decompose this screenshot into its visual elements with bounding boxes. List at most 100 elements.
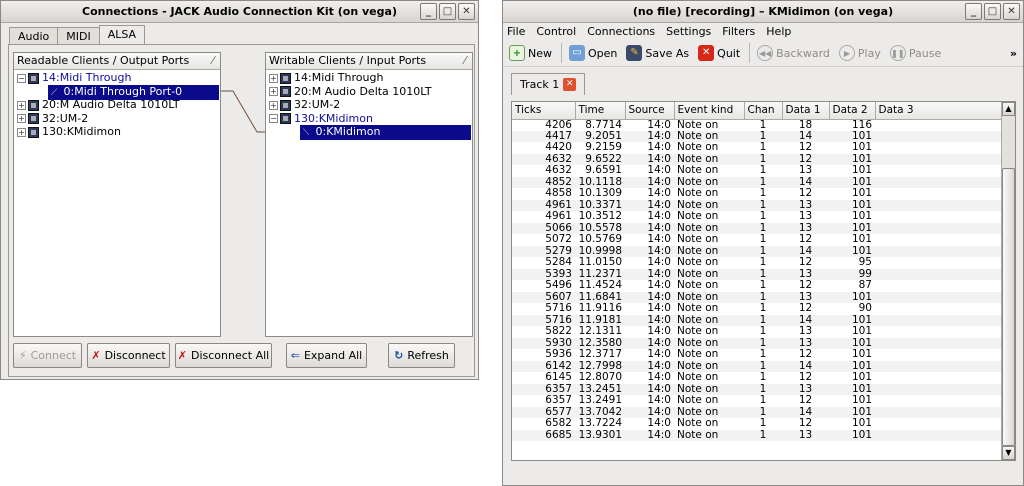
tree-item-readable-client[interactable]: −14:Midi Through — [17, 71, 220, 85]
table-cell: 10.5769 — [578, 233, 622, 246]
close-tab-icon[interactable]: ✕ — [563, 78, 577, 91]
connect-button[interactable]: ⚡ Connect — [13, 343, 82, 368]
tree-item-readable-client[interactable]: +130:KMidimon — [17, 125, 220, 139]
table-cell: 1 — [759, 302, 767, 315]
tree-item-readable-port[interactable]: ⟋ 0:Midi Through Port-0 — [48, 84, 220, 100]
jack-title-bar[interactable]: Connections - JACK Audio Connection Kit … — [1, 1, 478, 23]
save-as-button[interactable]: ✎ Save As — [626, 45, 689, 61]
table-row[interactable]: 6685 13.9301 14:0 Note on 1 13 101 — [512, 429, 1003, 441]
sort-icon: ⁄ — [464, 54, 466, 67]
column-header-ticks[interactable]: Ticks — [512, 102, 576, 120]
table-cell — [875, 188, 1003, 200]
expand-icon[interactable]: + — [269, 100, 278, 110]
table-cell: 13 — [798, 164, 813, 177]
maximize-button[interactable]: □ — [984, 3, 1001, 20]
writable-clients-header[interactable]: Writable Clients / Input Ports ⁄ — [266, 53, 472, 70]
scrollbar-thumb[interactable] — [1002, 168, 1015, 446]
expand-icon[interactable]: + — [17, 114, 26, 123]
tab-track-1[interactable]: Track 1 ✕ — [511, 73, 586, 95]
quit-button[interactable]: ✕ Quit — [698, 45, 740, 61]
table-cell: 5072 — [545, 233, 572, 246]
menu-control[interactable]: Control — [536, 23, 576, 40]
column-header-event-kind[interactable]: Event kind — [674, 102, 745, 120]
readable-clients-header[interactable]: Readable Clients / Output Ports ⁄ — [14, 53, 220, 70]
backward-button[interactable]: ◀◀ Backward — [757, 45, 830, 61]
jack-tabs: Audio MIDI ALSA — [9, 25, 146, 44]
table-cell: 14:0 — [625, 429, 674, 441]
play-button[interactable]: ▶ Play — [838, 45, 881, 61]
menu-file[interactable]: File — [507, 23, 525, 40]
toolbar-overflow-button[interactable]: » — [1010, 47, 1017, 60]
menu-settings[interactable]: Settings — [666, 23, 711, 40]
tree-item-writable-client[interactable]: −130:KMidimon — [269, 112, 472, 126]
close-button[interactable]: ✕ — [1003, 3, 1020, 20]
collapse-icon[interactable]: − — [269, 114, 278, 123]
table-row[interactable]: 5822 12.1311 14:0 Note on 1 13 101 — [512, 326, 1003, 338]
collapse-icon[interactable]: − — [17, 73, 26, 83]
table-row[interactable]: 6145 12.8070 14:0 Note on 1 12 101 — [512, 372, 1003, 384]
table-cell: 101 — [851, 210, 872, 223]
events-table[interactable]: Ticks Time Source Event kind Chan Data 1… — [511, 101, 1016, 461]
table-cell: 95 — [858, 256, 872, 269]
tree-item-readable-client[interactable]: +32:UM-2 — [17, 112, 220, 126]
column-header-data1[interactable]: Data 1 — [782, 102, 830, 120]
writable-clients-panel[interactable]: Writable Clients / Input Ports ⁄ +14:Midi… — [265, 52, 473, 337]
scroll-up-arrow[interactable]: ▲ — [1002, 102, 1015, 116]
column-header-data3[interactable]: Data 3 — [875, 102, 1004, 120]
table-row[interactable]: 4632 9.6591 14:0 Note on 1 13 101 — [512, 165, 1003, 177]
menu-connections[interactable]: Connections — [587, 23, 655, 40]
table-row[interactable]: 6582 13.7224 14:0 Note on 1 12 101 — [512, 418, 1003, 430]
tab-midi[interactable]: MIDI — [57, 27, 100, 44]
table-cell: 14:0 — [647, 348, 671, 361]
minimize-button[interactable]: _ — [420, 3, 437, 20]
minimize-button[interactable]: _ — [965, 3, 982, 20]
menu-filters[interactable]: Filters — [722, 23, 755, 40]
readable-clients-panel[interactable]: Readable Clients / Output Ports ⁄ −14:Mid… — [13, 52, 221, 337]
new-button[interactable]: + New — [509, 45, 552, 61]
table-cell — [875, 211, 1003, 223]
table-cell — [875, 360, 1003, 372]
expand-all-button[interactable]: ⇐ Expand All — [286, 343, 367, 368]
open-button[interactable]: ▭ Open — [569, 45, 617, 61]
expand-icon[interactable]: + — [17, 127, 26, 137]
tree-item-writable-client[interactable]: +14:Midi Through — [269, 71, 472, 85]
expand-icon[interactable]: + — [269, 73, 278, 83]
column-header-source[interactable]: Source — [625, 102, 675, 120]
table-cell: 5822 — [545, 325, 572, 338]
tree-item-writable-client[interactable]: +20:M Audio Delta 1010LT — [269, 85, 472, 99]
tree-item-readable-client[interactable]: +20:M Audio Delta 1010LT — [17, 98, 220, 112]
refresh-button[interactable]: ↻ Refresh — [388, 343, 455, 368]
tab-alsa[interactable]: ALSA — [98, 25, 146, 44]
table-row[interactable]: 6357 13.2491 14:0 Note on 1 12 101 — [512, 395, 1003, 407]
table-cell: 1 — [759, 118, 767, 131]
kmidimon-title-bar[interactable]: (no file) [recording] – KMidimon (on veg… — [503, 1, 1023, 23]
table-row[interactable]: 5716 11.9116 14:0 Note on 1 12 90 — [512, 303, 1003, 315]
table-row[interactable]: 4420 9.2159 14:0 Note on 1 12 101 — [512, 142, 1003, 154]
close-button[interactable]: ✕ — [458, 3, 475, 20]
client-icon — [280, 86, 291, 97]
column-header-chan[interactable]: Chan — [744, 102, 783, 120]
pause-button[interactable]: ❚❚ Pause — [889, 45, 941, 61]
vertical-scrollbar[interactable]: ▲ ▼ — [1001, 102, 1015, 460]
table-row[interactable]: 5496 11.4524 14:0 Note on 1 12 87 — [512, 280, 1003, 292]
tree-item-writable-client[interactable]: +32:UM-2 — [269, 98, 472, 112]
disconnect-button[interactable]: ✗ Disconnect — [87, 343, 170, 368]
table-row[interactable]: 4858 10.1309 14:0 Note on 1 12 101 — [512, 188, 1003, 200]
table-row[interactable]: 5284 11.0150 14:0 Note on 1 12 95 — [512, 257, 1003, 269]
expand-icon[interactable]: + — [269, 87, 278, 96]
expand-icon[interactable]: + — [17, 100, 26, 110]
column-header-data2[interactable]: Data 2 — [829, 102, 876, 120]
tab-audio[interactable]: Audio — [9, 27, 59, 44]
column-header-time[interactable]: Time — [575, 102, 626, 120]
tree-item-writable-port[interactable]: ⟍ 0:KMidimon — [300, 125, 472, 140]
table-row[interactable]: 4206 8.7714 14:0 Note on 1 18 116 — [512, 119, 1003, 131]
maximize-button[interactable]: □ — [439, 3, 456, 20]
table-row[interactable]: 4961 10.3512 14:0 Note on 1 13 101 — [512, 211, 1003, 223]
kmidimon-window-title: (no file) [recording] – KMidimon (on veg… — [632, 5, 894, 18]
disconnect-all-button[interactable]: ✗ Disconnect All — [175, 343, 272, 368]
table-cell: 1 — [759, 279, 767, 292]
table-row[interactable]: 5936 12.3717 14:0 Note on 1 12 101 — [512, 349, 1003, 361]
scroll-down-arrow[interactable]: ▼ — [1002, 446, 1015, 460]
table-row[interactable]: 5072 10.5769 14:0 Note on 1 12 101 — [512, 234, 1003, 246]
menu-help[interactable]: Help — [766, 23, 791, 40]
